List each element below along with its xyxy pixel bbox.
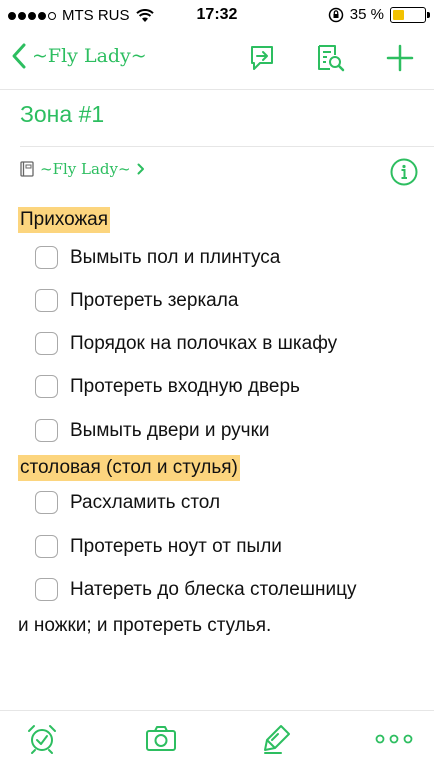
notebook-label: ~Fly Lady~ bbox=[40, 160, 131, 178]
section-heading: Прихожая bbox=[18, 207, 111, 233]
status-right: 35 % bbox=[328, 6, 430, 23]
pen-icon[interactable] bbox=[261, 722, 295, 756]
checkbox[interactable] bbox=[35, 578, 58, 601]
back-label: ~Fly Lady~ bbox=[32, 45, 147, 67]
camera-icon[interactable] bbox=[144, 722, 178, 756]
notebook-link[interactable]: ~Fly Lady~ bbox=[20, 160, 145, 178]
checklist-item: Натереть до блеска столешницу bbox=[35, 578, 357, 601]
title-divider bbox=[20, 146, 434, 147]
checklist-item: Расхламить стол bbox=[35, 491, 220, 514]
more-icon[interactable] bbox=[374, 722, 414, 756]
checklist-item-label: Протереть ноут от пыли bbox=[70, 535, 282, 557]
checklist-item: Протереть входную дверь bbox=[35, 375, 300, 398]
chevron-right-icon bbox=[137, 163, 144, 175]
checklist-item: Протереть ноут от пыли bbox=[35, 535, 282, 558]
battery-fill bbox=[393, 9, 404, 20]
section-heading: столовая (стол и стулья) bbox=[18, 455, 240, 481]
checkbox[interactable] bbox=[35, 375, 58, 398]
chevron-left-icon bbox=[12, 43, 26, 69]
checkbox[interactable] bbox=[35, 246, 58, 269]
checklist-item-label: Протереть зеркала bbox=[70, 289, 239, 311]
checklist-item: Порядок на полочках в шкафу bbox=[35, 332, 337, 355]
checklist-item-label: Вымыть двери и ручки bbox=[70, 419, 270, 441]
checkbox[interactable] bbox=[35, 491, 58, 514]
checkbox[interactable] bbox=[35, 332, 58, 355]
nav-divider bbox=[0, 89, 434, 90]
nav-bar: ~Fly Lady~ bbox=[0, 30, 434, 90]
alarm-clock-icon[interactable] bbox=[25, 722, 59, 756]
checklist-item-label: Натереть до блеска столешницу bbox=[70, 578, 357, 600]
checkbox[interactable] bbox=[35, 419, 58, 442]
note-title[interactable]: Зона #1 bbox=[20, 101, 104, 128]
battery-icon bbox=[390, 6, 430, 23]
back-button[interactable]: ~Fly Lady~ bbox=[10, 42, 147, 70]
checklist-item: Вымыть пол и плинтуса bbox=[35, 246, 280, 269]
search-note-icon[interactable] bbox=[314, 42, 346, 74]
toolbar-divider bbox=[0, 710, 434, 711]
checklist-item: Протереть зеркала bbox=[35, 289, 238, 312]
status-bar: MTS RUS 17:32 35 % bbox=[0, 0, 434, 30]
checklist-item-label: Порядок на полочках в шкафу bbox=[70, 332, 338, 354]
checklist-item-continuation: и ножки; и протереть стулья. bbox=[18, 615, 272, 636]
checklist-item-label: Протереть входную дверь bbox=[70, 375, 300, 397]
checkbox[interactable] bbox=[35, 289, 58, 312]
plus-icon[interactable] bbox=[384, 42, 416, 74]
checkbox[interactable] bbox=[35, 535, 58, 558]
checklist-item-label: Расхламить стол bbox=[70, 491, 221, 513]
info-icon[interactable] bbox=[390, 158, 418, 186]
rotation-lock-icon bbox=[328, 7, 344, 22]
notebook-icon bbox=[20, 161, 34, 177]
share-chat-icon[interactable] bbox=[246, 42, 278, 74]
checklist-item: Вымыть двери и ручки bbox=[35, 419, 270, 442]
battery-percent: 35 % bbox=[349, 6, 384, 23]
checklist-item-label: Вымыть пол и плинтуса bbox=[70, 246, 281, 268]
